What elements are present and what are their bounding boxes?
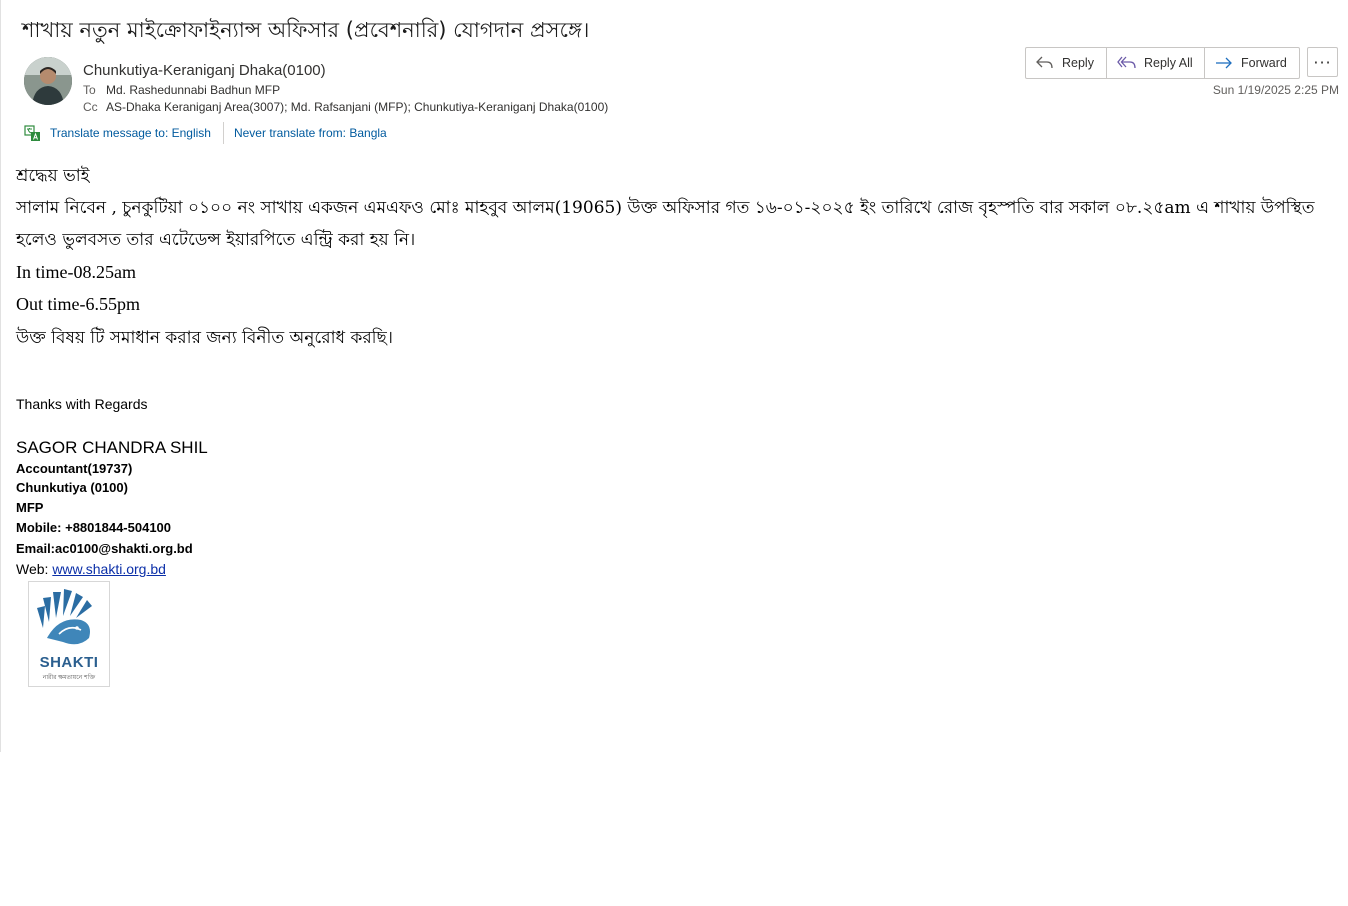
reply-all-label: Reply All (1144, 56, 1193, 70)
body-request: উক্ত বিষয় টি সমাধান করার জন্য বিনীত অনু… (16, 328, 393, 348)
sender-name[interactable]: Chunkutiya-Keraniganj Dhaka(0100) (83, 62, 326, 79)
email-date: Sun 1/19/2025 2:25 PM (1212, 83, 1339, 97)
reply-all-icon (1117, 56, 1136, 69)
forward-button[interactable]: Forward (1205, 48, 1299, 78)
forward-icon (1216, 57, 1232, 69)
sender-avatar[interactable] (24, 57, 72, 105)
shakti-logo-mark (37, 589, 92, 645)
more-actions-button[interactable]: ··· (1307, 47, 1338, 77)
reply-button[interactable]: Reply (1026, 48, 1107, 78)
to-label: To (83, 83, 96, 97)
signature-web-label: Web: (16, 561, 53, 577)
signature-title: Accountant(19737) (16, 461, 133, 476)
signature-mobile: Mobile: +8801844-504100 (16, 520, 172, 535)
to-recipients[interactable]: Md. Rashedunnabi Badhun MFP (106, 83, 280, 97)
forward-label: Forward (1241, 56, 1287, 70)
body-out-time: Out time-6.55pm (16, 294, 140, 314)
to-row: To Md. Rashedunnabi Badhun MFP (83, 83, 280, 97)
more-icon: ··· (1313, 52, 1332, 72)
translate-divider (222, 122, 224, 144)
shakti-logo-text: SHAKTI (39, 654, 99, 671)
body-line-1: সালাম নিবেন , চুনকুটিয়া ০১০০ নং সাখায় … (16, 198, 1315, 218)
signature-branch: Chunkutiya (0100) (16, 480, 128, 495)
message-actions: Reply Reply All Forward (1025, 47, 1300, 79)
signature-web-link[interactable]: www.shakti.org.bd (52, 561, 166, 577)
email-reading-pane: শাখায় নতুন মাইক্রোফাইন্যান্স অফিসার (প্… (0, 0, 1348, 906)
cc-label: Cc (83, 100, 98, 114)
signature-web: Web: www.shakti.org.bd (16, 561, 166, 577)
body-in-time: In time-08.25am (16, 262, 136, 282)
shakti-logo: SHAKTI নারীর ক্ষমতায়নে শক্তি (28, 581, 110, 687)
signature-regards: Thanks with Regards (16, 396, 148, 412)
never-translate-link[interactable]: Never translate from: Bangla (234, 126, 387, 140)
body-line-2: হলেও ভুলবসত তার এটেডেন্স ইয়ারপিতে এন্ট্… (16, 230, 416, 250)
translate-message-link[interactable]: Translate message to: English (50, 126, 211, 140)
signature-email: Email:ac0100@shakti.org.bd (16, 541, 193, 556)
reply-icon (1036, 56, 1053, 69)
signature-name: SAGOR CHANDRA SHIL (16, 438, 208, 457)
reply-label: Reply (1062, 56, 1094, 70)
translate-bar: Translate message to: English Never tran… (24, 122, 387, 144)
cc-row: Cc AS-Dhaka Keraniganj Area(3007); Md. Ra… (83, 100, 608, 114)
cc-recipients[interactable]: AS-Dhaka Keraniganj Area(3007); Md. Rafs… (106, 100, 608, 114)
signature-org: MFP (16, 500, 44, 515)
reply-all-button[interactable]: Reply All (1107, 48, 1205, 78)
email-subject: শাখায় নতুন মাইক্রোফাইন্যান্স অফিসার (প্… (22, 18, 590, 42)
pane-divider (0, 0, 1, 752)
shakti-logo-tagline: নারীর ক্ষমতায়নে শক্তি (42, 674, 96, 681)
translate-icon (24, 124, 41, 142)
body-greeting: শ্রদ্ধেয় ভাই (16, 166, 90, 186)
